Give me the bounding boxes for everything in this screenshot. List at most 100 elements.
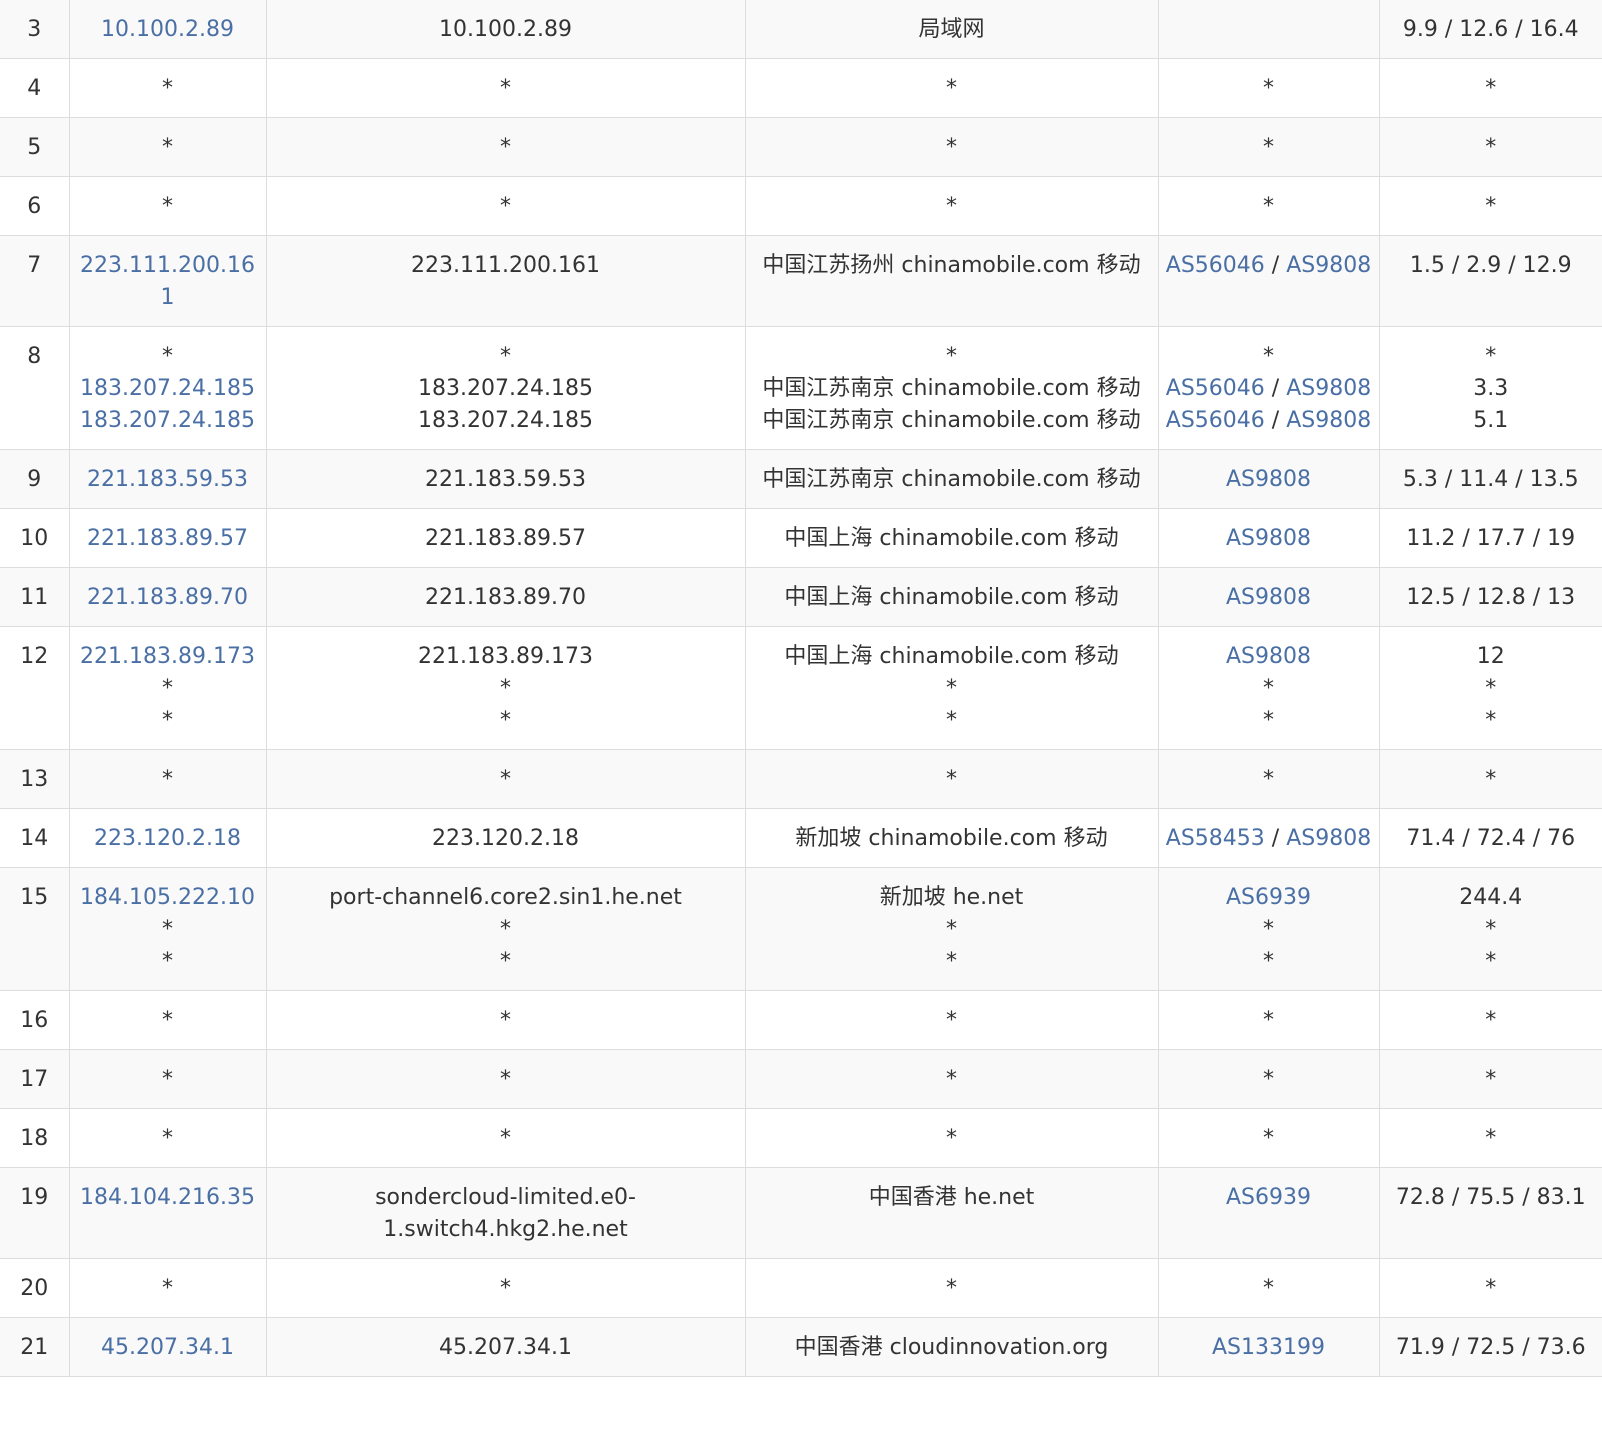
asn-line: AS9808 xyxy=(1165,582,1373,614)
location: 中国江苏南京 chinamobile.com 移动 xyxy=(762,408,1141,433)
hostname: sondercloud-limited.e0-1.switch4.hkg2.he… xyxy=(375,1185,636,1242)
hostname: * xyxy=(500,76,511,101)
ip-address-link[interactable]: 45.207.34.1 xyxy=(101,1335,234,1360)
latency-cell: * xyxy=(1378,176,1602,236)
hop-number: 4 xyxy=(27,76,42,101)
ip-cell: * 183.207.24.185 183.207.24.185 xyxy=(68,326,267,450)
ip-address-link[interactable]: 183.207.24.185 xyxy=(80,408,255,433)
ip-address-link[interactable]: 221.183.59.53 xyxy=(87,467,248,492)
ip-line: * xyxy=(76,341,260,373)
hostname: * xyxy=(500,1008,511,1033)
hostname-cell: * xyxy=(265,117,746,177)
latency-cell: 1.5 / 2.9 / 12.9 xyxy=(1378,235,1602,327)
asn-link[interactable]: AS133199 xyxy=(1212,1335,1325,1360)
no-reply-marker: * xyxy=(162,917,173,942)
latency: * xyxy=(1485,708,1497,733)
asn-link[interactable]: AS6939 xyxy=(1226,885,1311,910)
hop-number: 17 xyxy=(20,1067,49,1092)
location: 新加坡 he.net xyxy=(879,885,1024,910)
hop-number-cell: 19 xyxy=(0,1167,70,1259)
ip-cell: 221.183.59.53 xyxy=(68,449,267,509)
asn-link[interactable]: AS56046 xyxy=(1166,376,1265,401)
no-reply-marker: * xyxy=(1263,1008,1274,1033)
no-reply-marker: * xyxy=(1263,76,1274,101)
ip-address-link[interactable]: 184.104.216.35 xyxy=(80,1185,255,1210)
hostname: * xyxy=(500,344,511,369)
ip-line: * xyxy=(76,132,260,164)
asn-line: AS56046 / AS9808 xyxy=(1165,250,1373,282)
ip-cell: 45.207.34.1 xyxy=(68,1317,267,1377)
ip-address-link[interactable]: 183.207.24.185 xyxy=(80,376,255,401)
latency: * xyxy=(1485,76,1497,101)
no-reply-marker: * xyxy=(162,1126,173,1151)
asn-link[interactable]: AS9808 xyxy=(1226,467,1311,492)
asn-line: * xyxy=(1165,191,1373,223)
ip-cell: 221.183.89.57 xyxy=(68,508,267,568)
ip-line: 184.104.216.35 xyxy=(76,1182,260,1214)
ip-address-link[interactable]: 221.183.89.57 xyxy=(87,526,248,551)
hostname-cell: 221.183.89.173 * * xyxy=(265,626,746,750)
asn-line: * xyxy=(1165,1005,1373,1037)
table-row: 14 223.120.2.18 223.120.2.18 新加坡 chinamobil… xyxy=(0,808,1602,868)
asn-cell: AS6939 xyxy=(1157,1167,1380,1259)
hostname: 221.183.59.53 xyxy=(425,467,586,492)
asn-link[interactable]: AS9808 xyxy=(1286,253,1371,278)
asn-link[interactable]: AS9808 xyxy=(1286,376,1371,401)
asn-cell: * xyxy=(1157,1108,1380,1168)
ip-line: * xyxy=(76,1273,260,1305)
location-cell: 中国上海 chinamobile.com 移动 xyxy=(744,567,1159,627)
hostname-cell: 221.183.59.53 xyxy=(265,449,746,509)
ip-address-link[interactable]: 221.183.89.173 xyxy=(80,644,255,669)
table-row: 13 * * * * * xyxy=(0,749,1602,809)
hostname-cell: * xyxy=(265,1258,746,1318)
ip-address-link[interactable]: 223.111.200.161 xyxy=(80,253,255,310)
location-cell: * xyxy=(744,749,1159,809)
hostname: port-channel6.core2.sin1.he.net xyxy=(329,885,682,910)
ip-line: * xyxy=(76,1064,260,1096)
asn-cell: AS9808 xyxy=(1157,449,1380,509)
asn-line: * xyxy=(1165,764,1373,796)
asn-link[interactable]: AS9808 xyxy=(1286,826,1371,851)
asn-line: * xyxy=(1165,132,1373,164)
table-row: 21 45.207.34.1 45.207.34.1 中国香港 cloudinnova… xyxy=(0,1317,1602,1377)
asn-separator: / xyxy=(1264,376,1287,401)
hostname-cell: 223.120.2.18 xyxy=(265,808,746,868)
latency: * xyxy=(1485,676,1497,701)
no-reply-marker: * xyxy=(162,76,173,101)
hostname-cell: * xyxy=(265,1049,746,1109)
asn-link[interactable]: AS9808 xyxy=(1226,644,1311,669)
asn-link[interactable]: AS9808 xyxy=(1226,585,1311,610)
ip-address-link[interactable]: 10.100.2.89 xyxy=(101,17,234,42)
latency-cell: 12.5 / 12.8 / 13 xyxy=(1378,567,1602,627)
no-reply-marker: * xyxy=(162,767,173,792)
location-cell: 中国上海 chinamobile.com 移动 xyxy=(744,508,1159,568)
no-reply-marker: * xyxy=(162,676,173,701)
location-cell: 中国江苏南京 chinamobile.com 移动 xyxy=(744,449,1159,509)
location: * xyxy=(946,1067,957,1092)
asn-link[interactable]: AS58453 xyxy=(1166,826,1265,851)
hop-number: 7 xyxy=(27,253,42,278)
asn-link[interactable]: AS6939 xyxy=(1226,1185,1311,1210)
latency-cell: 9.9 / 12.6 / 16.4 xyxy=(1378,0,1602,59)
hostname: 221.183.89.70 xyxy=(425,585,586,610)
hostname-cell: 223.111.200.161 xyxy=(265,235,746,327)
hostname: 221.183.89.57 xyxy=(425,526,586,551)
asn-link[interactable]: AS56046 xyxy=(1166,408,1265,433)
ip-address-link[interactable]: 184.105.222.10 xyxy=(80,885,255,910)
no-reply-marker: * xyxy=(1263,949,1274,974)
hop-number-cell: 5 xyxy=(0,117,70,177)
asn-link[interactable]: AS56046 xyxy=(1166,253,1265,278)
latency-cell: * xyxy=(1378,990,1602,1050)
latency: * xyxy=(1485,135,1497,160)
asn-link[interactable]: AS9808 xyxy=(1286,408,1371,433)
no-reply-marker: * xyxy=(1263,1276,1274,1301)
ip-address-link[interactable]: 221.183.89.70 xyxy=(87,585,248,610)
asn-line: AS6939 xyxy=(1165,882,1373,914)
table-row: 10 221.183.89.57 221.183.89.57 中国上海 chinamo… xyxy=(0,508,1602,568)
location-cell: * 中国江苏南京 chinamobile.com 移动 中国江苏南京 chinamo… xyxy=(744,326,1159,450)
ip-address-link[interactable]: 223.120.2.18 xyxy=(94,826,241,851)
asn-link[interactable]: AS9808 xyxy=(1226,526,1311,551)
location-cell: 新加坡 he.net * * xyxy=(744,867,1159,991)
latency-cell: 71.9 / 72.5 / 73.6 xyxy=(1378,1317,1602,1377)
asn-cell: AS133199 xyxy=(1157,1317,1380,1377)
